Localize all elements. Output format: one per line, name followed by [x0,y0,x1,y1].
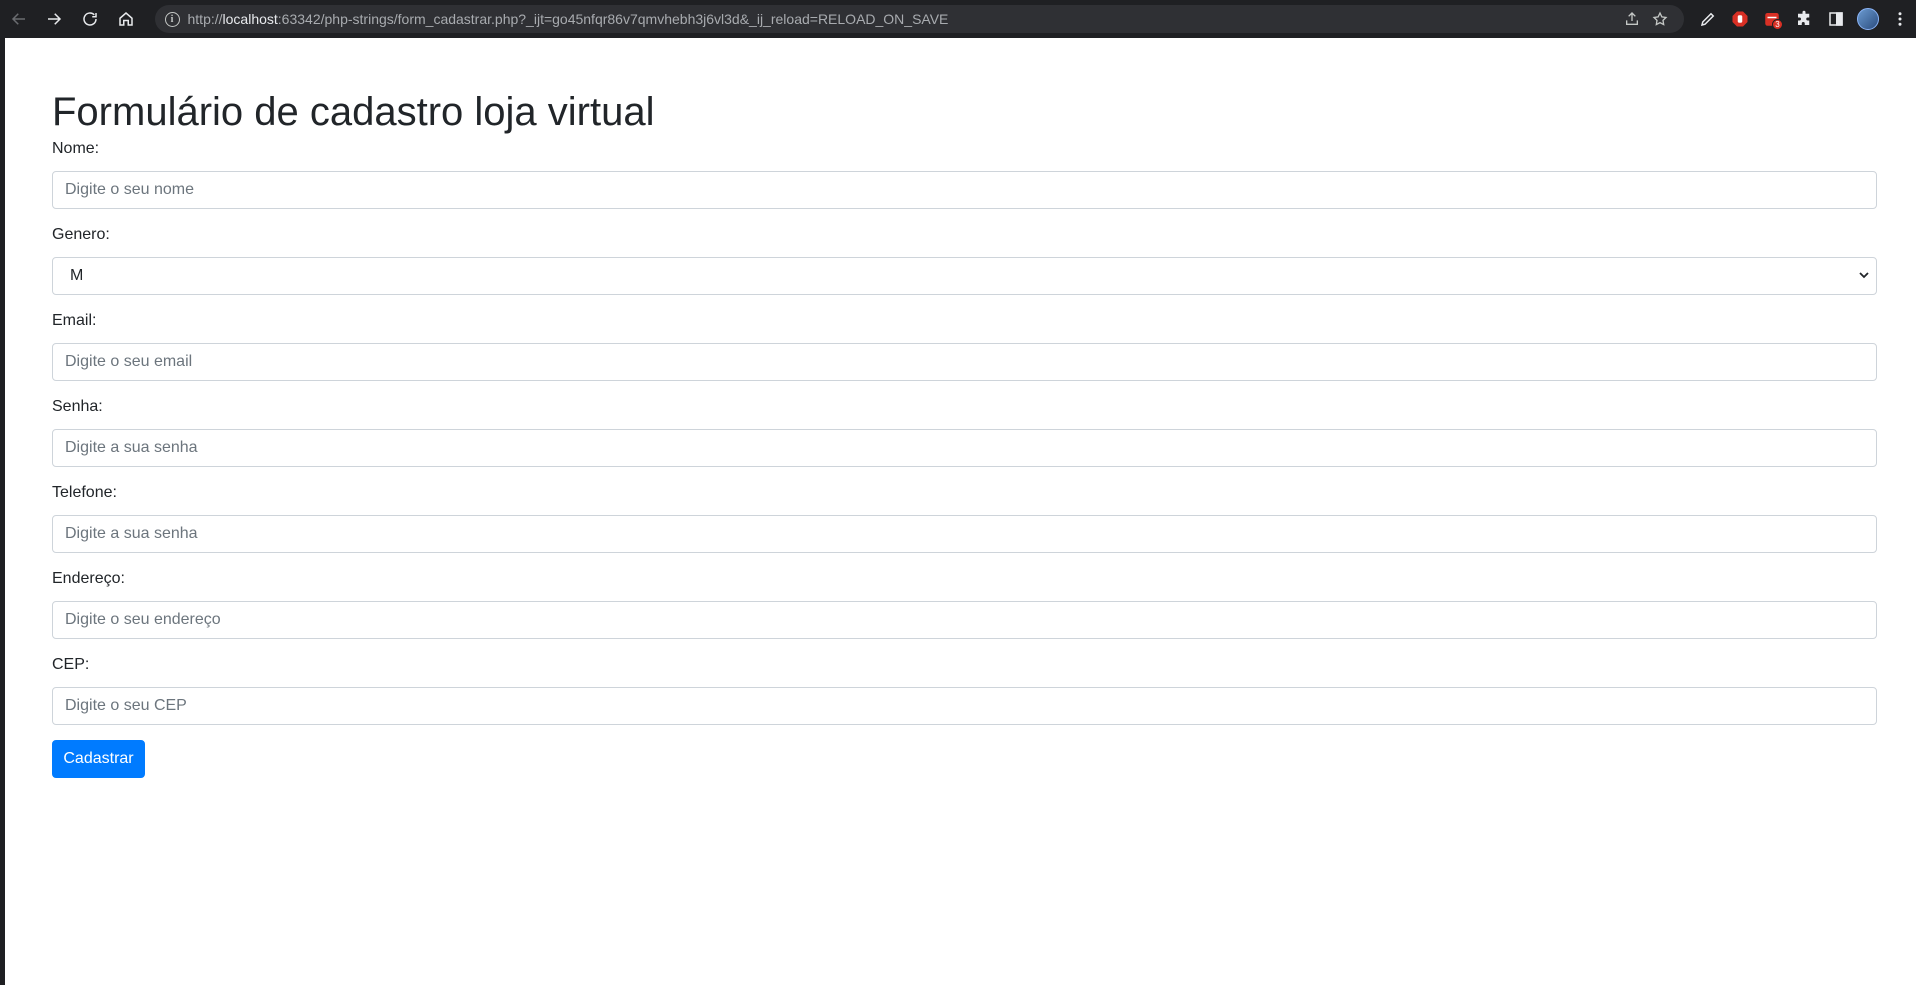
page-title: Formulário de cadastro loja virtual [52,90,655,134]
profile-avatar[interactable] [1852,3,1884,35]
form-container: Formulário de cadastro loja virtual Nome… [52,88,1882,778]
menu-kebab-icon[interactable] [1884,3,1916,35]
url-text[interactable]: http://localhost:63342/php-strings/form_… [188,11,1618,27]
page-content: Formulário de cadastro loja virtual Nome… [5,38,1916,985]
endereco-input[interactable]: Digite o seu endereço [52,601,1877,639]
adblock-extension-icon[interactable] [1724,3,1756,35]
address-bar[interactable]: i http://localhost:63342/php-strings/for… [154,5,1684,33]
field-telefone: Telefone: Digite a sua senha [52,483,1882,553]
calendar-extension-icon[interactable]: 3 [1756,3,1788,35]
genero-selected-value: M [70,267,84,284]
site-info-icon[interactable]: i [164,11,180,27]
back-icon[interactable] [2,2,36,36]
extension-badge: 3 [1771,19,1783,30]
field-email: Email: Digite o seu email [52,311,1882,381]
telefone-label: Telefone: [52,484,117,501]
cep-label: CEP: [52,656,90,673]
email-input[interactable]: Digite o seu email [52,343,1877,381]
chevron-down-icon [1858,269,1870,284]
senha-label: Senha: [52,398,103,415]
senha-input[interactable]: Digite a sua senha [52,429,1877,467]
cep-input[interactable]: Digite o seu CEP [52,687,1877,725]
forward-icon[interactable] [38,2,72,36]
home-icon[interactable] [109,2,143,36]
email-label: Email: [52,312,97,329]
pen-extension-icon[interactable] [1692,3,1724,35]
telefone-input[interactable]: Digite a sua senha [52,515,1877,553]
nome-label: Nome: [52,140,100,157]
genero-select[interactable]: M [52,257,1877,295]
field-cep: CEP: Digite o seu CEP [52,655,1882,725]
side-panel-icon[interactable] [1820,3,1852,35]
genero-label: Genero: [52,226,110,243]
field-senha: Senha: Digite a sua senha [52,397,1882,467]
field-genero: Genero: M [52,225,1882,295]
avatar [1856,8,1879,30]
share-icon[interactable] [1618,5,1646,33]
cadastrar-button[interactable]: Cadastrar [52,740,145,778]
extensions-puzzle-icon[interactable] [1788,3,1820,35]
browser-toolbar: i http://localhost:63342/php-strings/for… [0,0,1916,38]
bookmark-star-icon[interactable] [1646,5,1674,33]
reload-icon[interactable] [73,2,107,36]
nome-input[interactable]: Digite o seu nome [52,171,1877,209]
endereco-label: Endereço: [52,570,125,587]
field-endereco: Endereço: Digite o seu endereço [52,569,1882,639]
field-nome: Nome: Digite o seu nome [52,139,1882,209]
